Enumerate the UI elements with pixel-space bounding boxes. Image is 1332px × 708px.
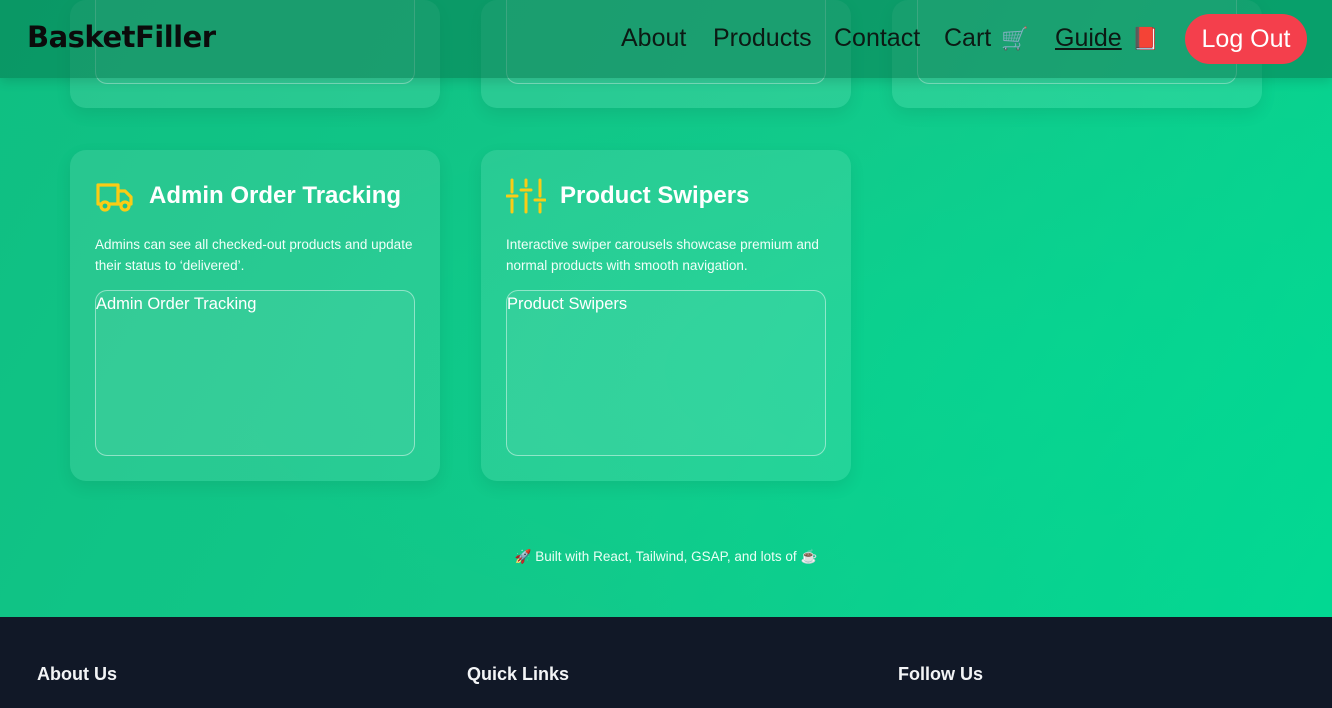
cart-icon: 🛒 [1001,26,1029,51]
nav-products-link[interactable]: Products [713,24,812,53]
footer-follow-heading: Follow Us [898,664,983,684]
sliders-icon [506,178,546,214]
footer: About Us Quick Links Follow Us [0,617,1332,708]
brand-logo[interactable]: BasketFiller [27,20,216,54]
nav-guide-link[interactable]: Guide 📕 [1055,24,1159,53]
feature-preview-label: Product Swipers [507,295,628,313]
feature-card: Product Swipers Interactive swiper carou… [481,150,851,481]
feature-description: Interactive swiper carousels showcase pr… [506,237,819,273]
logout-button[interactable]: Log Out [1185,14,1307,64]
built-with-note: 🚀 Built with React, Tailwind, GSAP, and … [0,549,1332,565]
feature-preview: Product Swipers [506,290,826,456]
feature-title: Product Swipers [560,182,750,209]
feature-preview-label: Admin Order Tracking [96,295,257,313]
built-with-text: Built with React, Tailwind, GSAP, and lo… [535,549,797,564]
nav-about-link[interactable]: About [621,24,686,53]
feature-card: Admin Order Tracking Admins can see all … [70,150,440,481]
nav-cart-link[interactable]: Cart 🛒 [944,24,1029,53]
footer-quick-links-heading: Quick Links [467,664,570,684]
footer-about-heading: About Us [37,664,117,684]
nav-contact-link[interactable]: Contact [834,24,920,53]
feature-title: Admin Order Tracking [149,182,402,209]
coffee-icon: ☕ [800,549,818,564]
feature-preview: Admin Order Tracking [95,290,415,456]
navbar: BasketFiller About Products Contact Cart… [0,0,1332,78]
nav-guide-label: Guide [1055,24,1122,52]
rocket-icon: 🚀 [514,549,532,564]
truck-icon [96,183,133,212]
nav-cart-label: Cart [944,24,992,52]
book-icon: 📕 [1131,26,1160,51]
feature-description: Admins can see all checked-out products … [95,237,413,273]
